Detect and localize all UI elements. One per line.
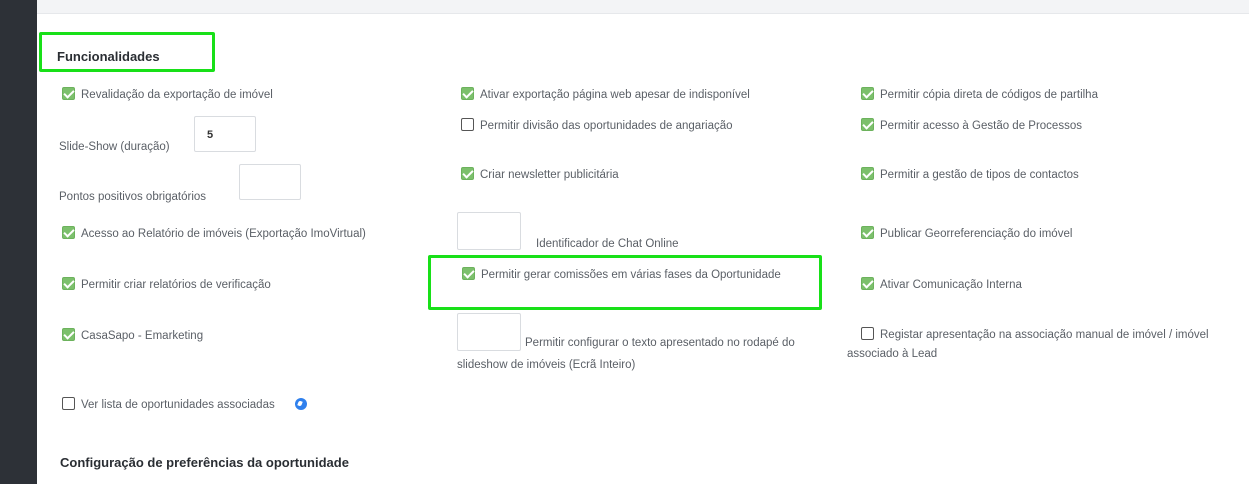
checkbox-checked[interactable] <box>461 167 474 180</box>
option-registar[interactable]: Registar apresentação na associação manu… <box>847 326 1227 364</box>
option-label: Permitir criar relatórios de verificação <box>81 279 271 291</box>
option-casasapo[interactable]: CasaSapo - Emarketing <box>62 326 203 346</box>
top-band <box>37 0 1249 14</box>
option-gestao-contactos[interactable]: Permitir a gestão de tipos de contactos <box>861 165 1079 185</box>
option-ver-lista[interactable]: Ver lista de oportunidades associadas <box>62 395 307 415</box>
option-revalidacao[interactable]: Revalidação da exportação de imóvel <box>62 85 273 105</box>
checkbox-unchecked[interactable] <box>62 397 75 410</box>
option-label: Revalidação da exportação de imóvel <box>81 89 273 101</box>
checkbox-checked[interactable] <box>861 87 874 100</box>
section-title-funcionalidades: Funcionalidades <box>57 49 160 64</box>
left-sidebar-strip <box>0 0 37 484</box>
option-ativar-exportacao[interactable]: Ativar exportação página web apesar de i… <box>461 85 750 105</box>
option-newsletter[interactable]: Criar newsletter publicitária <box>461 165 619 185</box>
option-label: Acesso ao Relatório de imóveis (Exportaç… <box>81 228 366 240</box>
checkbox-checked[interactable] <box>462 267 475 280</box>
slideshow-input[interactable]: 5 <box>194 116 256 152</box>
checkbox-checked[interactable] <box>62 328 75 341</box>
pontos-label: Pontos positivos obrigatórios <box>59 191 207 203</box>
slideshow-label: Slide-Show (duração) <box>59 141 170 153</box>
option-divisao[interactable]: Permitir divisão das oportunidades de an… <box>461 116 733 136</box>
option-label: Registar apresentação na associação manu… <box>847 329 1209 360</box>
pontos-input[interactable] <box>239 164 301 200</box>
checkbox-unchecked[interactable] <box>861 327 874 340</box>
option-label: CasaSapo - Emarketing <box>81 330 204 342</box>
option-label: Permitir cópia direta de códigos de part… <box>880 89 1098 101</box>
option-label: Ativar exportação página web apesar de i… <box>480 89 750 101</box>
option-georreferenciacao[interactable]: Publicar Georreferenciação do imóvel <box>861 224 1072 244</box>
option-label: Ativar Comunicação Interna <box>880 279 1022 291</box>
checkbox-checked[interactable] <box>861 226 874 239</box>
checkbox-checked[interactable] <box>861 167 874 180</box>
section-title-preferencias: Configuração de preferências da oportuni… <box>60 455 349 470</box>
option-label: Permitir a gestão de tipos de contactos <box>880 169 1079 181</box>
option-gestao-processos[interactable]: Permitir acesso à Gestão de Processos <box>861 116 1082 136</box>
option-label: Publicar Georreferenciação do imóvel <box>880 228 1073 240</box>
checkbox-checked[interactable] <box>62 226 75 239</box>
option-comunicacao[interactable]: Ativar Comunicação Interna <box>861 275 1022 295</box>
checkbox-checked[interactable] <box>861 277 874 290</box>
option-copia[interactable]: Permitir cópia direta de códigos de part… <box>861 85 1098 105</box>
chat-input[interactable] <box>457 212 521 250</box>
info-icon[interactable] <box>294 398 307 410</box>
texto-rodape-label: Permitir configurar o texto apresentado … <box>457 337 795 371</box>
option-label: Ver lista de oportunidades associadas <box>81 399 275 411</box>
checkbox-unchecked[interactable] <box>461 118 474 131</box>
checkbox-checked[interactable] <box>861 118 874 131</box>
option-relatorios-verificacao[interactable]: Permitir criar relatórios de verificação <box>62 275 271 295</box>
option-label: Permitir acesso à Gestão de Processos <box>880 120 1082 132</box>
settings-panel: Funcionalidades Revalidação da exportaçã… <box>37 14 1249 484</box>
option-comissoes[interactable]: Permitir gerar comissões em várias fases… <box>457 265 812 285</box>
option-label: Criar newsletter publicitária <box>480 169 619 181</box>
chat-label: Identificador de Chat Online <box>536 238 679 250</box>
checkbox-checked[interactable] <box>62 87 75 100</box>
option-label: Permitir gerar comissões em várias fases… <box>481 269 781 281</box>
option-label: Permitir divisão das oportunidades de an… <box>480 120 733 132</box>
checkbox-checked[interactable] <box>461 87 474 100</box>
checkbox-checked[interactable] <box>62 277 75 290</box>
option-acesso-relatorio[interactable]: Acesso ao Relatório de imóveis (Exportaç… <box>62 224 366 244</box>
